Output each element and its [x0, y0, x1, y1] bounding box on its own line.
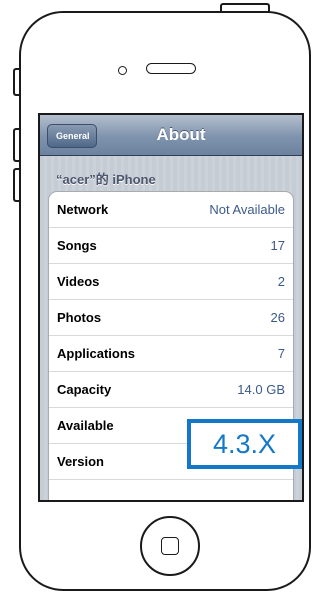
row-value: 17	[270, 238, 285, 253]
row-label: Available	[57, 418, 114, 433]
row-label: Photos	[57, 310, 102, 325]
row-label: Applications	[57, 346, 136, 361]
row-label: Videos	[57, 274, 100, 289]
row-value: 14.0 GB	[237, 382, 285, 397]
page-title: About	[156, 125, 206, 144]
info-row-applications: Applications 7	[49, 336, 293, 372]
version-callout-box: 4.3.X	[187, 419, 302, 469]
home-square-icon	[161, 537, 179, 555]
section-header-device-name: “acer”的 iPhone	[56, 172, 156, 187]
row-label: Network	[57, 202, 109, 217]
row-label: Version	[57, 454, 104, 469]
info-row-network: Network Not Available	[49, 192, 293, 228]
front-camera-icon	[118, 66, 127, 75]
row-label: Capacity	[57, 382, 112, 397]
row-value: Not Available	[209, 202, 285, 217]
earpiece-speaker-icon	[146, 63, 196, 74]
info-row-photos: Photos 26	[49, 300, 293, 336]
info-row-songs: Songs 17	[49, 228, 293, 264]
info-row-partial	[49, 480, 293, 500]
info-row-capacity: Capacity 14.0 GB	[49, 372, 293, 408]
row-value: 2	[277, 274, 285, 289]
row-value: 26	[270, 310, 285, 325]
row-label: Songs	[57, 238, 97, 253]
navigation-bar: General About	[40, 115, 302, 156]
home-button[interactable]	[140, 516, 200, 576]
info-row-videos: Videos 2	[49, 264, 293, 300]
row-value: 7	[277, 346, 285, 361]
